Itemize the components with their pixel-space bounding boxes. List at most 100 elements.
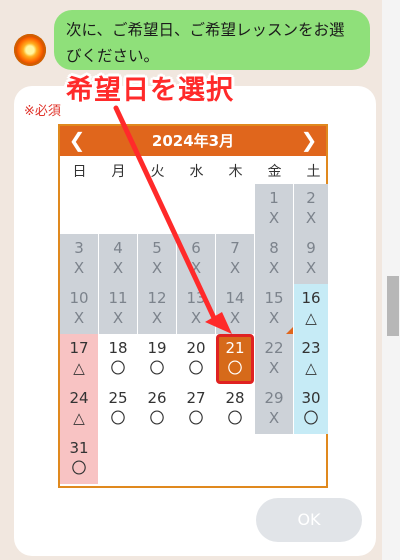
day-number: 12 — [147, 289, 167, 307]
day-number: 17 — [69, 339, 89, 357]
ok-button[interactable]: OK — [256, 498, 362, 542]
availability-status: X — [268, 209, 280, 227]
calendar-day[interactable]: 24 △ — [60, 384, 98, 434]
availability-status: X — [268, 309, 280, 327]
day-number: 13 — [186, 289, 206, 307]
availability-status: X — [305, 259, 317, 277]
next-month-button[interactable]: ❯ — [294, 126, 324, 156]
availability-status: 〇 — [303, 409, 319, 427]
calendar-day[interactable]: 7X — [216, 234, 254, 284]
calendar-day[interactable]: 15 X — [255, 284, 293, 334]
chat-message: 次に、ご希望日、ご希望レッスンをお選びください。 — [66, 21, 345, 65]
availability-status: X — [151, 259, 163, 277]
chevron-right-icon: ❯ — [300, 128, 318, 152]
weekday-label: 月 — [111, 164, 126, 180]
calendar-day[interactable]: 25 〇 — [99, 384, 137, 434]
calendar-day[interactable]: 6X — [177, 234, 215, 284]
calendar-day[interactable]: 3X — [60, 234, 98, 284]
availability-status: X — [112, 309, 124, 327]
availability-status: X — [190, 309, 202, 327]
availability-status: 〇 — [188, 409, 204, 427]
availability-status: X — [305, 209, 317, 227]
weekday-label: 木 — [228, 164, 243, 180]
availability-status: X — [151, 309, 163, 327]
availability-status: 〇 — [71, 459, 87, 477]
availability-status: 〇 — [227, 409, 243, 427]
bot-avatar — [14, 34, 46, 66]
weekday-label: 火 — [150, 164, 165, 180]
availability-status: 〇 — [110, 409, 126, 427]
calendar-day[interactable]: 11 X — [99, 284, 137, 334]
availability-status: △ — [305, 309, 317, 327]
weekday-label: 日 — [72, 164, 87, 180]
corner-marker — [286, 327, 293, 334]
calendar-day[interactable]: 19 〇 — [138, 334, 176, 384]
availability-status: X — [268, 359, 280, 377]
calendar-day[interactable]: 26 〇 — [138, 384, 176, 434]
calendar-day[interactable]: 17 △ — [60, 334, 98, 384]
day-number: 30 — [301, 389, 321, 407]
day-number: 19 — [147, 339, 167, 357]
day-number: 24 — [69, 389, 89, 407]
availability-status: 〇 — [110, 359, 126, 377]
availability-status: X — [268, 409, 280, 427]
day-number: 31 — [69, 439, 89, 457]
weekday-label: 土 — [306, 164, 321, 180]
availability-status: 〇 — [149, 359, 165, 377]
availability-status: △ — [305, 359, 317, 377]
availability-status: △ — [73, 359, 85, 377]
calendar-day[interactable]: 1X — [255, 184, 293, 234]
weekday-label: 水 — [189, 164, 204, 180]
calendar-day[interactable]: 2X — [294, 184, 328, 234]
availability-status: X — [268, 259, 280, 277]
day-number: 1 — [269, 189, 279, 207]
scrollbar-thumb[interactable] — [387, 276, 399, 336]
day-number: 22 — [264, 339, 284, 357]
day-number: 25 — [108, 389, 128, 407]
calendar-day[interactable]: 13 X — [177, 284, 215, 334]
calendar-day[interactable]: 22 X — [255, 334, 293, 384]
calendar-day[interactable]: 10 X — [60, 284, 98, 334]
day-number: 7 — [230, 239, 240, 257]
chat-bubble: 次に、ご希望日、ご希望レッスンをお選びください。 — [54, 10, 370, 70]
calendar-day[interactable]: 27 〇 — [177, 384, 215, 434]
day-number: 27 — [186, 389, 206, 407]
calendar-day[interactable]: 23 △ — [294, 334, 328, 384]
day-number: 11 — [108, 289, 128, 307]
availability-status: 〇 — [149, 409, 165, 427]
calendar-day[interactable]: 31 〇 — [60, 434, 98, 484]
calendar-day[interactable]: 14 X — [216, 284, 254, 334]
availability-status: 〇 — [227, 359, 243, 377]
calendar-day[interactable]: 18 〇 — [99, 334, 137, 384]
calendar-day[interactable]: 28 〇 — [216, 384, 254, 434]
calendar-day[interactable]: 9X — [294, 234, 328, 284]
calendar: ❮ 2024年3月 ❯ 日月火水木金土 1 X 2 X 3 X 4 X 5 X 6 X 7 X 8 X 9 X 10… — [58, 124, 328, 488]
day-number: 26 — [147, 389, 167, 407]
day-number: 6 — [191, 239, 201, 257]
calendar-day[interactable]: 12 X — [138, 284, 176, 334]
calendar-header: ❮ 2024年3月 ❯ — [60, 126, 326, 156]
availability-status: X — [73, 309, 85, 327]
availability-status: △ — [73, 409, 85, 427]
calendar-day[interactable]: 16 △ — [294, 284, 328, 334]
day-number: 20 — [186, 339, 206, 357]
calendar-day[interactable]: 20 〇 — [177, 334, 215, 384]
day-number: 21 — [225, 339, 245, 357]
day-number: 16 — [301, 289, 321, 307]
calendar-day[interactable]: 29 X — [255, 384, 293, 434]
day-number: 14 — [225, 289, 245, 307]
availability-status: X — [112, 259, 124, 277]
day-number: 29 — [264, 389, 284, 407]
calendar-day[interactable]: 4X — [99, 234, 137, 284]
calendar-day[interactable]: 5X — [138, 234, 176, 284]
availability-status: X — [190, 259, 202, 277]
calendar-day[interactable]: 8X — [255, 234, 293, 284]
weekday-label: 金 — [267, 164, 282, 180]
calendar-day[interactable]: 30 〇 — [294, 384, 328, 434]
calendar-day-selected[interactable]: 21 〇 — [216, 334, 254, 384]
day-number: 9 — [306, 239, 316, 257]
availability-status: 〇 — [188, 359, 204, 377]
day-number: 2 — [306, 189, 316, 207]
day-number: 23 — [301, 339, 321, 357]
day-number: 18 — [108, 339, 128, 357]
